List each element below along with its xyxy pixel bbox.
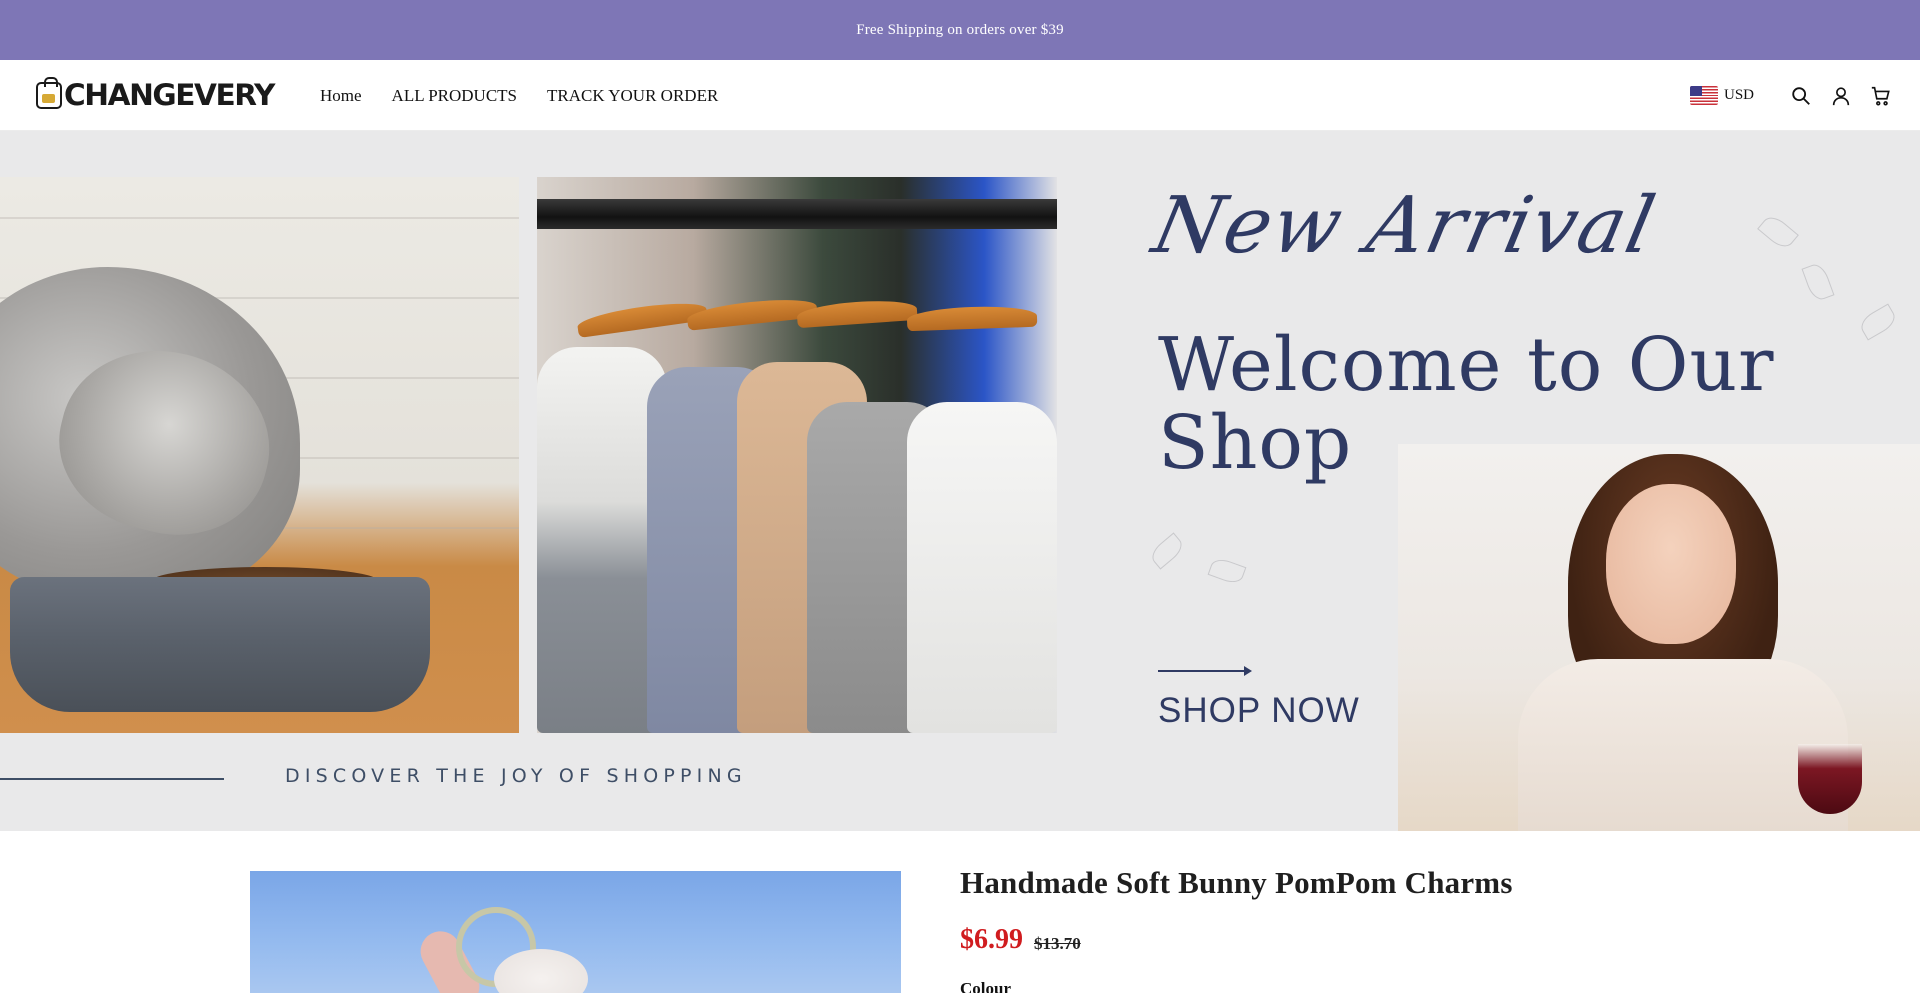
- nav-home[interactable]: Home: [320, 86, 362, 106]
- us-flag-icon: [1689, 86, 1718, 105]
- account-icon[interactable]: [1830, 85, 1852, 107]
- hero-script-heading: New Arrival: [1145, 181, 1664, 271]
- currency-selector[interactable]: USD: [1689, 86, 1754, 105]
- nav-track-order[interactable]: TRACK YOUR ORDER: [547, 86, 718, 106]
- product-image[interactable]: [250, 871, 901, 993]
- product-title: Handmade Soft Bunny PomPom Charms: [960, 865, 1513, 900]
- main-nav: Home ALL PRODUCTS TRACK YOUR ORDER: [320, 60, 718, 131]
- shopping-bag-icon: [36, 76, 62, 109]
- site-logo[interactable]: CHANGEVERY: [36, 76, 275, 112]
- woman-lipstick-photo: [1398, 444, 1920, 831]
- header-tools: USD: [1689, 60, 1892, 131]
- cart-icon[interactable]: [1870, 85, 1892, 107]
- hero-banner[interactable]: New Arrival Welcome to Our Shop SHOP NOW…: [0, 131, 1920, 831]
- cat-eating-photo: [0, 177, 519, 733]
- announcement-bar: Free Shipping on orders over $39: [0, 0, 1920, 60]
- hero-tagline: DISCOVER THE JOY OF SHOPPING: [285, 765, 747, 787]
- announcement-text: Free Shipping on orders over $39: [856, 21, 1064, 38]
- clothes-rack-photo: [537, 177, 1057, 733]
- site-header: CHANGEVERY Home ALL PRODUCTS TRACK YOUR …: [0, 60, 1920, 131]
- hero-divider: [0, 778, 224, 780]
- currency-code: USD: [1723, 87, 1754, 103]
- product-original-price: $13.70: [1034, 934, 1081, 953]
- hero-heading: Welcome to Our Shop: [1158, 322, 1775, 486]
- colour-option-label: Colour: [960, 979, 1011, 993]
- nav-all-products[interactable]: ALL PRODUCTS: [392, 86, 517, 106]
- search-icon[interactable]: [1790, 85, 1812, 107]
- logo-text: CHANGEVERY: [64, 78, 275, 112]
- arrow-right-icon: [1158, 666, 1252, 676]
- product-price: $6.99: [960, 924, 1023, 955]
- shop-now-button[interactable]: SHOP NOW: [1158, 691, 1360, 731]
